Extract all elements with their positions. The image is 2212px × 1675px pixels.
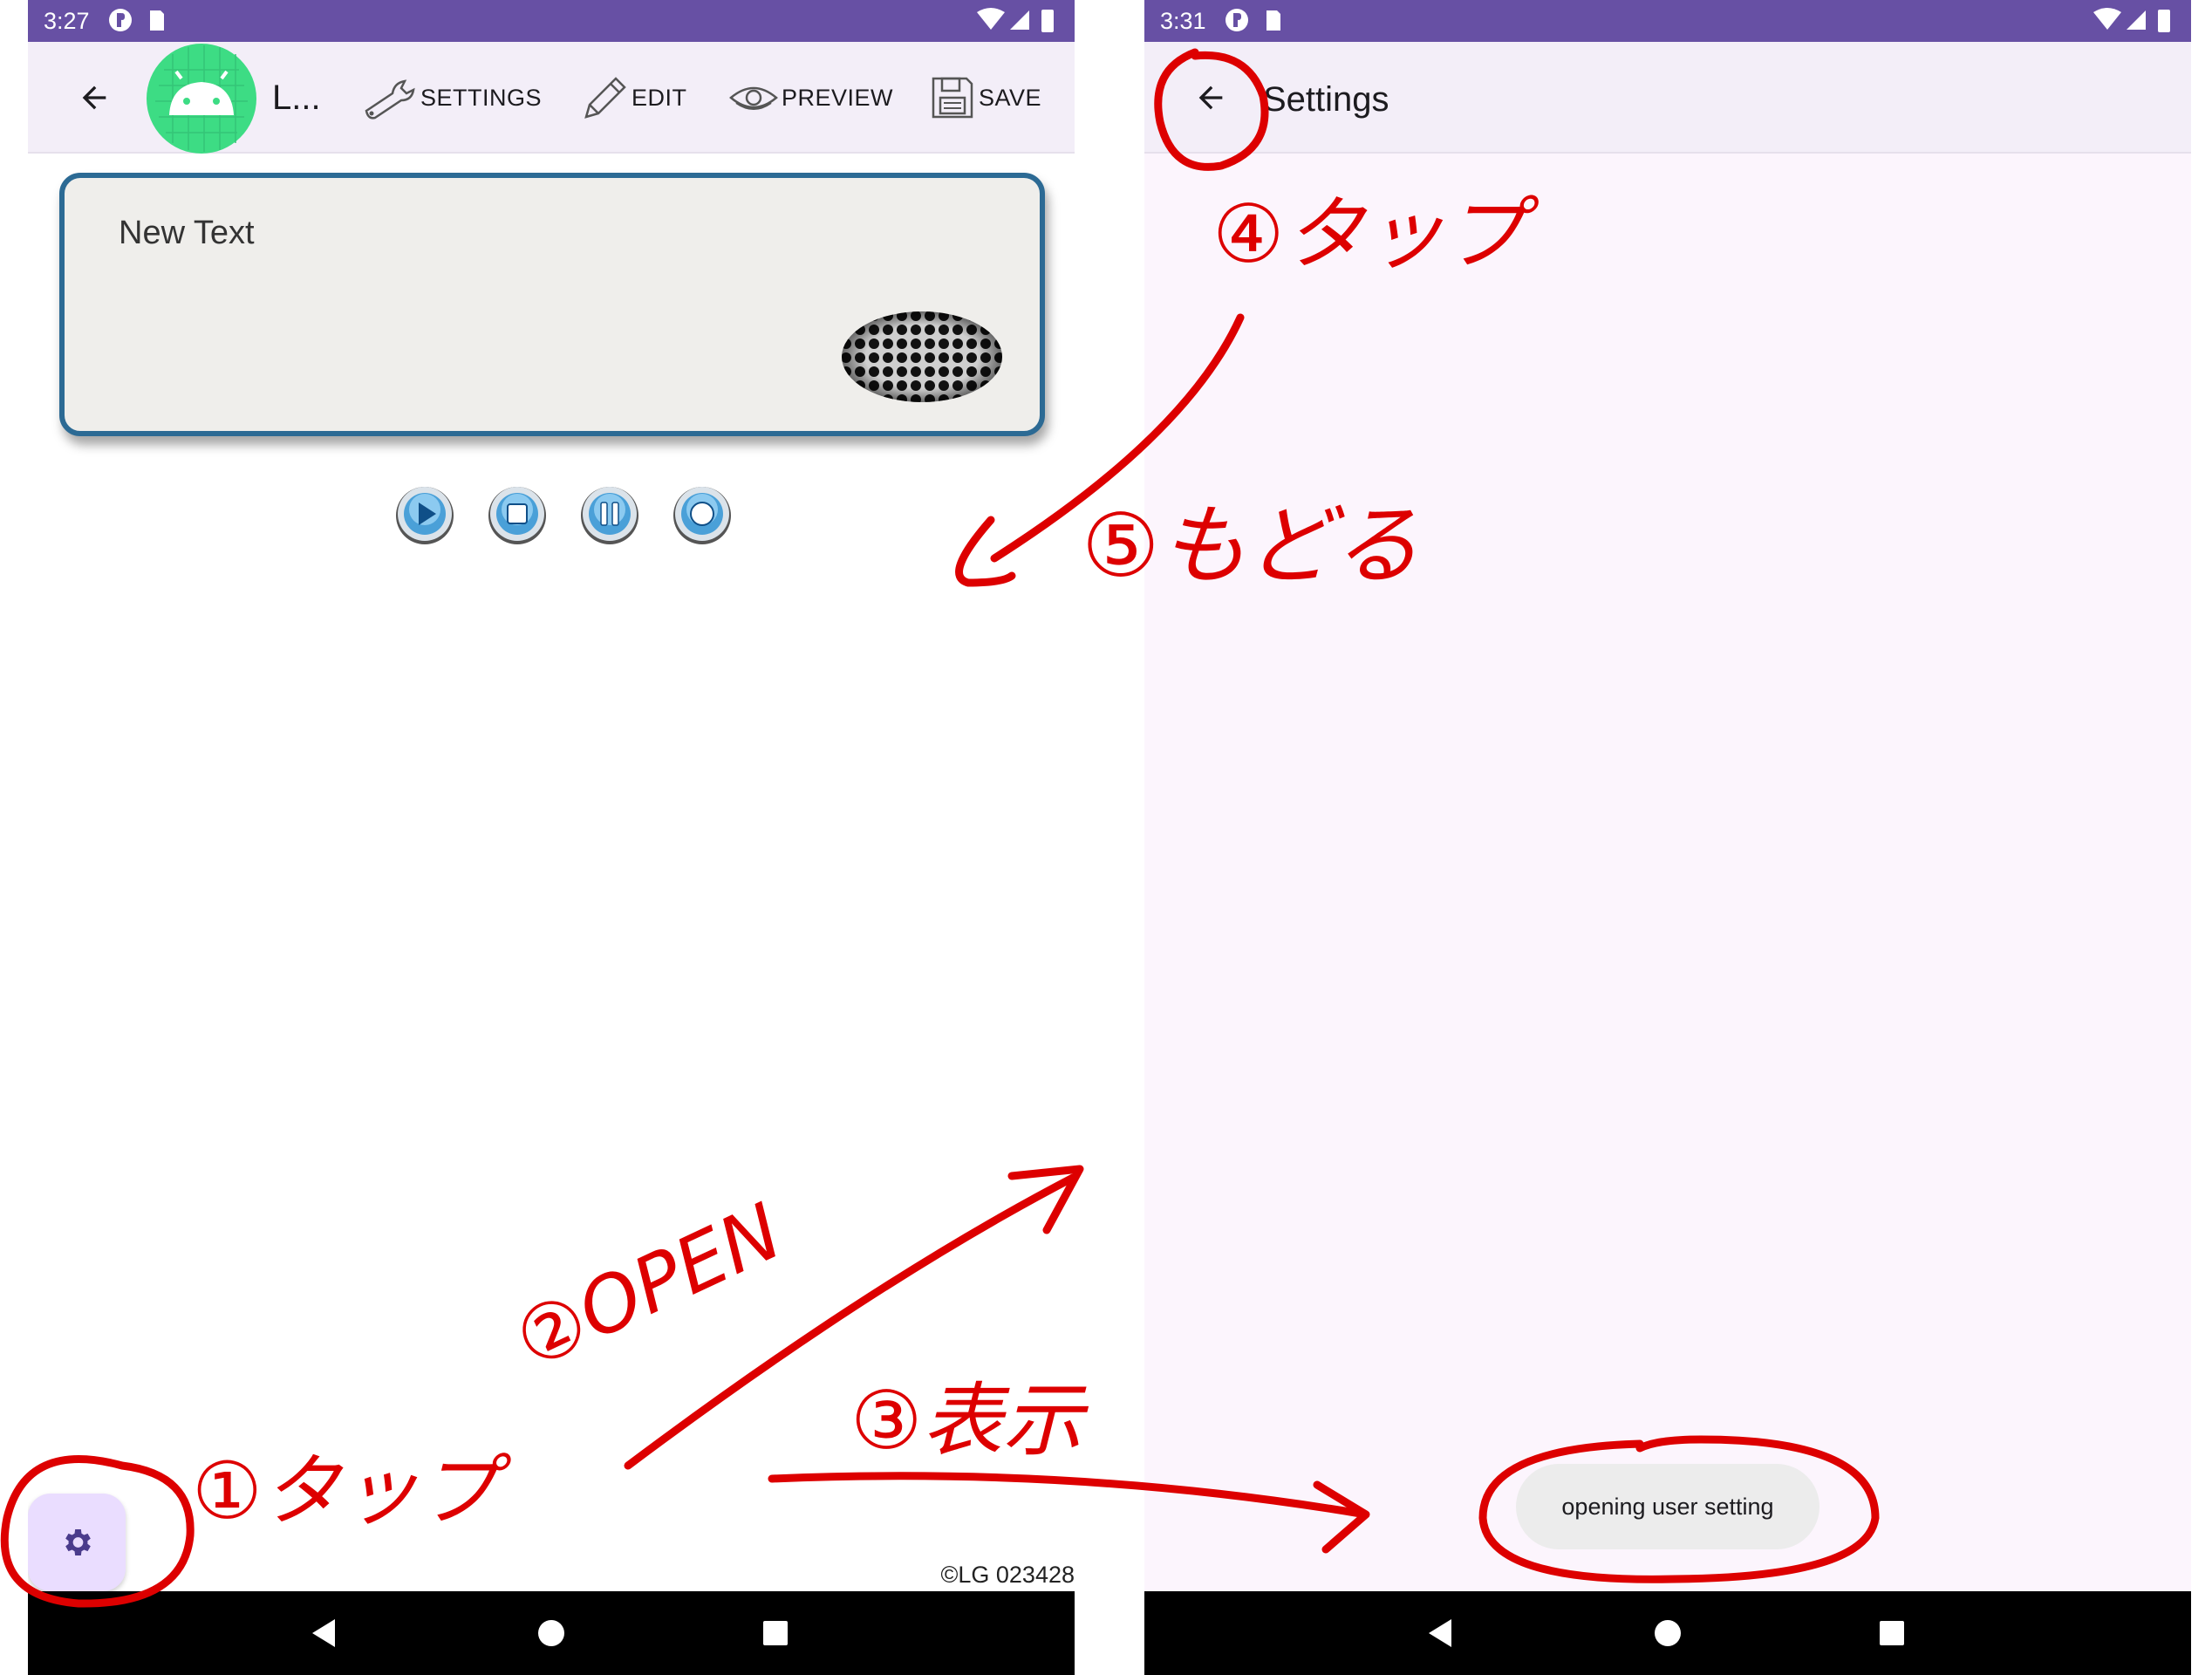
status-time: 3:31 xyxy=(1160,8,1206,34)
copyright-text: ©LG 023428 xyxy=(940,1562,1075,1588)
wrench-icon xyxy=(365,79,415,120)
app-icon xyxy=(147,44,256,154)
play-icon[interactable] xyxy=(394,483,455,544)
arrow-back-icon xyxy=(1198,85,1223,110)
text-panel[interactable]: New Text xyxy=(59,173,1045,436)
stop-icon[interactable] xyxy=(487,483,548,544)
nav-home-icon[interactable] xyxy=(537,1619,565,1647)
media-controls xyxy=(394,483,733,544)
back-button[interactable] xyxy=(66,70,122,126)
navigation-bar xyxy=(28,1591,1075,1675)
save-button[interactable]: SAVE xyxy=(930,73,1041,122)
nav-recents-icon[interactable] xyxy=(762,1620,789,1646)
arrow-back-icon xyxy=(82,85,106,110)
preview-label: PREVIEW xyxy=(782,84,894,111)
settings-fab[interactable] xyxy=(28,1494,126,1591)
android-icon xyxy=(147,44,256,154)
edit-button[interactable]: EDIT xyxy=(579,73,687,122)
navigation-bar xyxy=(1144,1591,2191,1675)
preview-button[interactable]: PREVIEW xyxy=(729,73,893,122)
floppy-disk-icon xyxy=(932,77,973,119)
nav-back-icon[interactable] xyxy=(1425,1617,1457,1649)
gear-icon xyxy=(65,1529,91,1555)
right-screen: 3:31 Settings opening user setting xyxy=(1144,0,2191,1675)
pause-icon[interactable] xyxy=(579,483,640,544)
save-label: SAVE xyxy=(979,84,1042,111)
status-bar: 3:27 xyxy=(28,0,1075,42)
settings-button[interactable]: SETTINGS xyxy=(363,73,542,122)
wifi-signal-battery-icons xyxy=(977,8,1054,32)
toast-message: opening user setting xyxy=(1516,1464,1819,1549)
status-time: 3:27 xyxy=(44,8,90,34)
eye-icon xyxy=(729,86,778,110)
page-title: Settings xyxy=(1263,80,1389,119)
record-icon[interactable] xyxy=(672,483,733,544)
nav-home-icon[interactable] xyxy=(1654,1619,1682,1647)
left-screen: 3:27 L... SETTINGS EDIT PREVIEW SAVE New… xyxy=(28,0,1075,1675)
edit-label: EDIT xyxy=(632,84,687,111)
notification-icons xyxy=(109,9,164,31)
panel-text: New Text xyxy=(119,215,255,251)
notification-icons xyxy=(1225,9,1280,31)
app-title: L... xyxy=(272,79,321,117)
pencil-icon xyxy=(584,77,626,119)
speaker-grille-image xyxy=(842,311,1002,402)
top-app-bar: Settings xyxy=(1144,42,2191,154)
nav-recents-icon[interactable] xyxy=(1879,1620,1905,1646)
wifi-signal-battery-icons xyxy=(2093,8,2170,32)
nav-back-icon[interactable] xyxy=(309,1617,340,1649)
settings-label: SETTINGS xyxy=(420,84,543,111)
status-bar: 3:31 xyxy=(1144,0,2191,42)
back-button[interactable] xyxy=(1183,70,1239,126)
top-app-bar: L... SETTINGS EDIT PREVIEW SAVE xyxy=(28,42,1075,154)
